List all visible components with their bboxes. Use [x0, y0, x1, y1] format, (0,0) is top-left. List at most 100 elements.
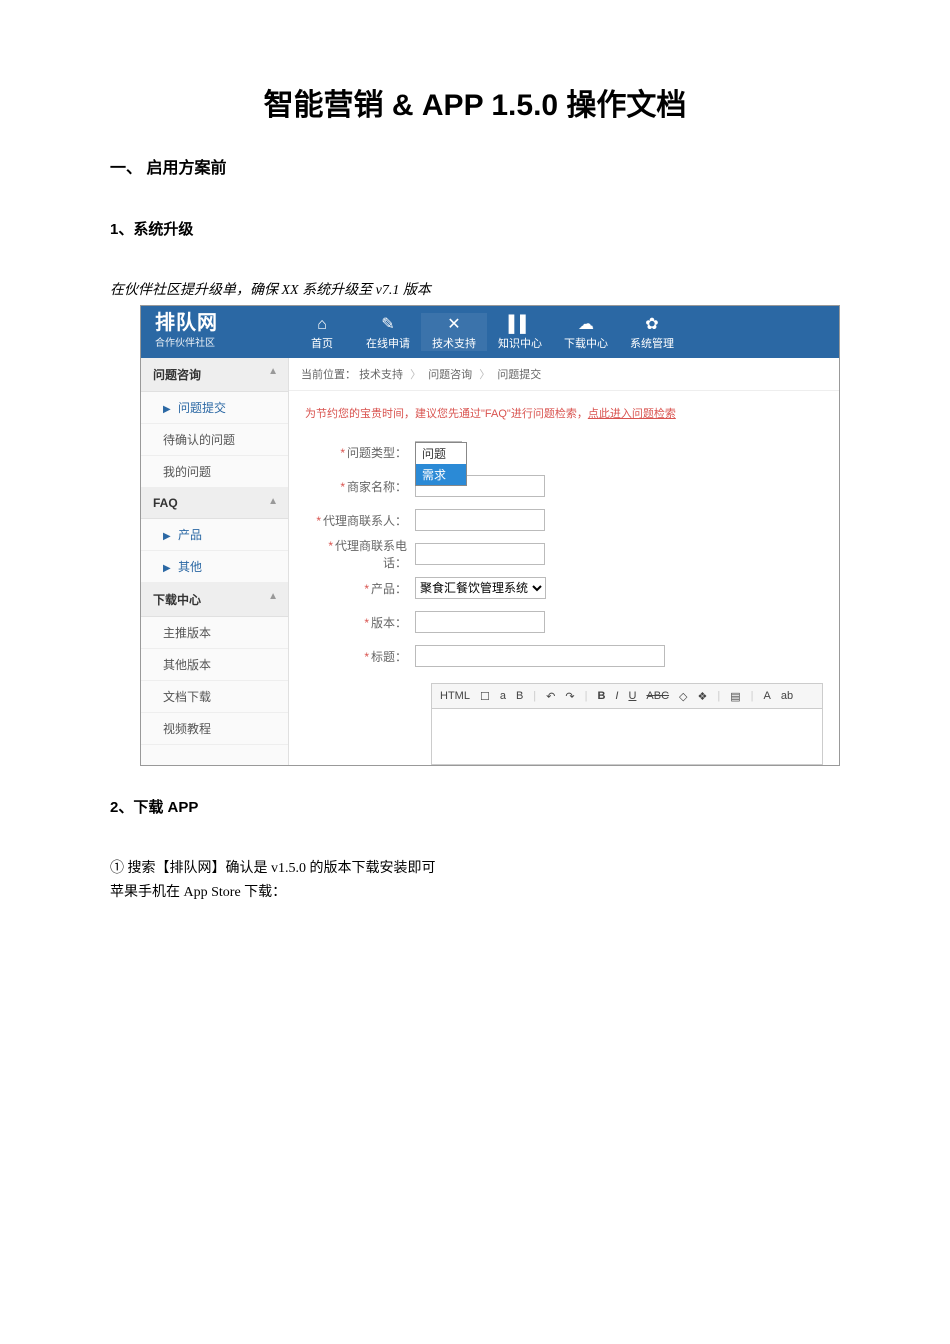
sep-icon: | [583, 690, 590, 702]
sep-icon: | [749, 690, 756, 702]
nav-home[interactable]: ⌂ 首页 [289, 313, 355, 351]
side-group-consult[interactable]: 问题咨询 ▲ [141, 358, 288, 392]
editor-btn-para[interactable]: ▤ [728, 690, 742, 703]
crumb-sep-icon: 〉 [410, 369, 421, 381]
editor-btn-underline[interactable]: U [626, 690, 638, 702]
editor-btn-bold[interactable]: B [514, 690, 525, 702]
nav-label: 技术支持 [432, 338, 476, 350]
sidebar-item-label: 产品 [178, 528, 202, 542]
sidebar-item-other[interactable]: ▶ 其他 [141, 551, 288, 583]
dropdown-option[interactable]: 问题 [416, 443, 466, 464]
sidebar-item-label: 其他 [178, 560, 202, 574]
crumb-prefix: 当前位置： [301, 369, 356, 381]
faq-search-link[interactable]: 点此进入问题检索 [588, 408, 676, 420]
sidebar-item-other-version[interactable]: 其他版本 [141, 649, 288, 681]
nav-label: 在线申请 [366, 338, 410, 350]
edit-icon: ✎ [355, 315, 421, 335]
sep-icon: | [531, 690, 538, 702]
nav-label: 系统管理 [630, 338, 674, 350]
book-icon: ▌▌ [487, 315, 553, 335]
chevron-up-icon: ▲ [268, 591, 278, 602]
nav-system[interactable]: ✿ 系统管理 [619, 313, 685, 351]
editor-btn-new[interactable]: ☐ [478, 690, 492, 703]
sidebar-item-videos[interactable]: 视频教程 [141, 713, 288, 745]
nav-knowledge[interactable]: ▌▌ 知识中心 [487, 313, 553, 351]
sidebar-item-docs[interactable]: 文档下载 [141, 681, 288, 713]
tools-icon: ✕ [421, 315, 487, 335]
product-select[interactable]: 聚食汇餐饮管理系统 [415, 577, 546, 599]
rich-editor-area[interactable] [431, 709, 823, 765]
tip-text: 为节约您的宝贵时间，建议您先通过"FAQ"进行问题检索， [305, 408, 588, 420]
agent-input[interactable] [415, 509, 545, 531]
label-agent: *代理商联系人： [305, 512, 415, 529]
label-version: *版本： [305, 614, 415, 631]
chevron-up-icon: ▲ [268, 496, 278, 507]
version-input[interactable] [415, 611, 545, 633]
nav-download[interactable]: ☁ 下载中心 [553, 313, 619, 351]
sidebar-item-product[interactable]: ▶ 产品 [141, 519, 288, 551]
sidebar-item-recommended[interactable]: 主推版本 [141, 617, 288, 649]
editor-btn-redo[interactable]: ↷ [563, 690, 576, 703]
label-agent-phone: *代理商联系电话： [305, 537, 415, 571]
side-group-label: FAQ [153, 496, 178, 510]
logo-subtext: 合作伙伴社区 [155, 334, 289, 349]
editor-btn-italic[interactable]: I [613, 690, 620, 702]
issue-form: *问题类型： 问题 问题 需求 *商家名称： *代理商联系人： [289, 431, 839, 765]
download-step-1: ① 搜索【排队网】确认是 v1.5.0 的版本下载安装即可 [110, 857, 840, 877]
section-1-2-heading: 2、下载 APP [110, 796, 840, 817]
sidebar-item-pending[interactable]: 待确认的问题 [141, 424, 288, 456]
side-group-label: 问题咨询 [153, 368, 201, 382]
side-group-label: 下载中心 [153, 593, 201, 607]
section-1-1-heading: 1、系统升级 [110, 218, 840, 239]
topbar: 排队网 合作伙伴社区 ⌂ 首页 ✎ 在线申请 ✕ 技术支持 ▌▌ 知识中心 ☁ … [141, 306, 839, 358]
editor-btn-clean[interactable]: ◇ [677, 690, 689, 703]
crumb-sep-icon: 〉 [479, 369, 490, 381]
editor-btn-strike[interactable]: ABC [644, 690, 671, 702]
top-nav: ⌂ 首页 ✎ 在线申请 ✕ 技术支持 ▌▌ 知识中心 ☁ 下载中心 ✿ 系统管理 [289, 306, 839, 358]
gear-icon: ✿ [619, 315, 685, 335]
editor-btn-fontcolor[interactable]: A [762, 690, 773, 702]
faq-tip: 为节约您的宝贵时间，建议您先通过"FAQ"进行问题检索，点此进入问题检索 [289, 391, 839, 431]
editor-btn-a[interactable]: a [498, 690, 508, 702]
sep-icon: | [715, 690, 722, 702]
sidebar-item-mine[interactable]: 我的问题 [141, 456, 288, 488]
agent-phone-input[interactable] [415, 543, 545, 565]
download-step-apple: 苹果手机在 App Store 下载： [110, 881, 840, 901]
editor-btn-bold2[interactable]: B [595, 690, 607, 702]
label-type: *问题类型： [305, 444, 415, 461]
crumb-submit: 问题提交 [497, 369, 541, 381]
side-group-download[interactable]: 下载中心 ▲ [141, 583, 288, 617]
crumb-support[interactable]: 技术支持 [359, 369, 403, 381]
rich-editor-toolbar: HTML ☐ a B | ↶ ↷ | B I U ABC ◇ ❖ | ▤ | [431, 683, 823, 709]
crumb-consult[interactable]: 问题咨询 [428, 369, 472, 381]
home-icon: ⌂ [289, 315, 355, 335]
doc-title: 智能营销 & APP 1.5.0 操作文档 [110, 80, 840, 124]
nav-label: 首页 [311, 338, 333, 350]
caret-icon: ▶ [163, 563, 171, 574]
nav-apply[interactable]: ✎ 在线申请 [355, 313, 421, 351]
logo-text: 排队网 [155, 312, 289, 334]
title-input[interactable] [415, 645, 665, 667]
caret-icon: ▶ [163, 404, 171, 415]
label-title: *标题： [305, 648, 415, 665]
main-panel: 当前位置： 技术支持 〉 问题咨询 〉 问题提交 为节约您的宝贵时间，建议您先通… [289, 358, 839, 765]
logo-block: 排队网 合作伙伴社区 [141, 306, 289, 358]
chevron-up-icon: ▲ [268, 366, 278, 377]
nav-label: 下载中心 [564, 338, 608, 350]
editor-btn-html[interactable]: HTML [438, 690, 472, 702]
type-dropdown-open: 问题 需求 [415, 442, 467, 486]
sidebar-item-submit[interactable]: ▶ 问题提交 [141, 392, 288, 424]
side-group-faq[interactable]: FAQ ▲ [141, 488, 288, 519]
dropdown-option-highlighted[interactable]: 需求 [416, 464, 466, 485]
section-1-heading: 一、 启用方案前 [110, 154, 840, 178]
label-product: *产品： [305, 580, 415, 597]
editor-btn-format[interactable]: ❖ [696, 690, 710, 703]
editor-btn-undo[interactable]: ↶ [544, 690, 557, 703]
nav-label: 知识中心 [498, 338, 542, 350]
caret-icon: ▶ [163, 531, 171, 542]
sidebar: 问题咨询 ▲ ▶ 问题提交 待确认的问题 我的问题 FAQ ▲ ▶ 产品 ▶ 其… [141, 358, 289, 765]
nav-support[interactable]: ✕ 技术支持 [421, 313, 487, 351]
sidebar-item-label: 问题提交 [178, 401, 226, 415]
label-merchant: *商家名称： [305, 478, 415, 495]
editor-btn-bgcolor[interactable]: ab [779, 690, 795, 702]
